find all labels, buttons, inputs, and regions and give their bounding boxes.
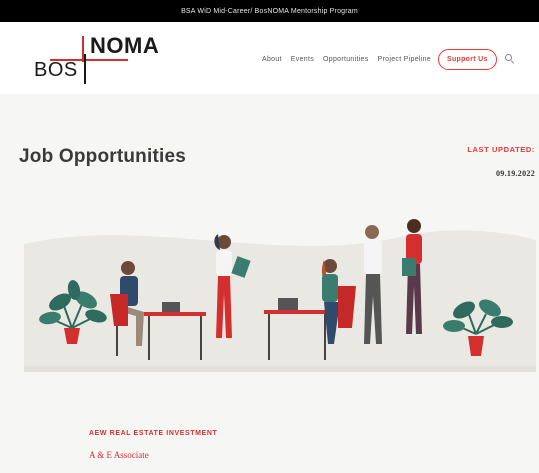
nav-events[interactable]: Events [291,56,314,63]
nav-project-pipeline[interactable]: Project Pipeline [378,56,431,63]
main-nav: About Events Opportunities Project Pipel… [262,48,515,70]
nav-opportunities[interactable]: Opportunities [323,56,369,63]
site-header: BOS NOMA About Events Opportunities Proj… [0,22,539,94]
banner-text: BSA WiD Mid-Career/ BosNOMA Mentorship P… [181,7,358,15]
search-icon-handle [510,60,514,64]
illustration-floor [24,366,536,372]
listing-company: AEW REAL ESTATE INVESTMENT [89,430,218,437]
support-us-button[interactable]: Support Us [437,48,497,70]
page-title: Job Opportunities [19,146,187,167]
logo-text-noma: NOMA [90,33,160,58]
last-updated-date: 09.19.2022 [496,169,535,178]
nav-about[interactable]: About [262,56,282,63]
logo-black-vertical-line [84,54,86,84]
hero-illustration [24,219,536,372]
bosnoma-logo[interactable]: BOS NOMA [30,32,170,88]
last-updated-label: LAST UPDATED: [467,145,535,154]
search-icon[interactable] [504,54,515,64]
main-content: Job Opportunities LAST UPDATED: 09.19.20… [0,94,539,473]
logo-text-bos: BOS [34,59,78,81]
top-banner: BSA WiD Mid-Career/ BosNOMA Mentorship P… [0,0,539,22]
listing-job-title[interactable]: A & E Associate [89,450,149,460]
